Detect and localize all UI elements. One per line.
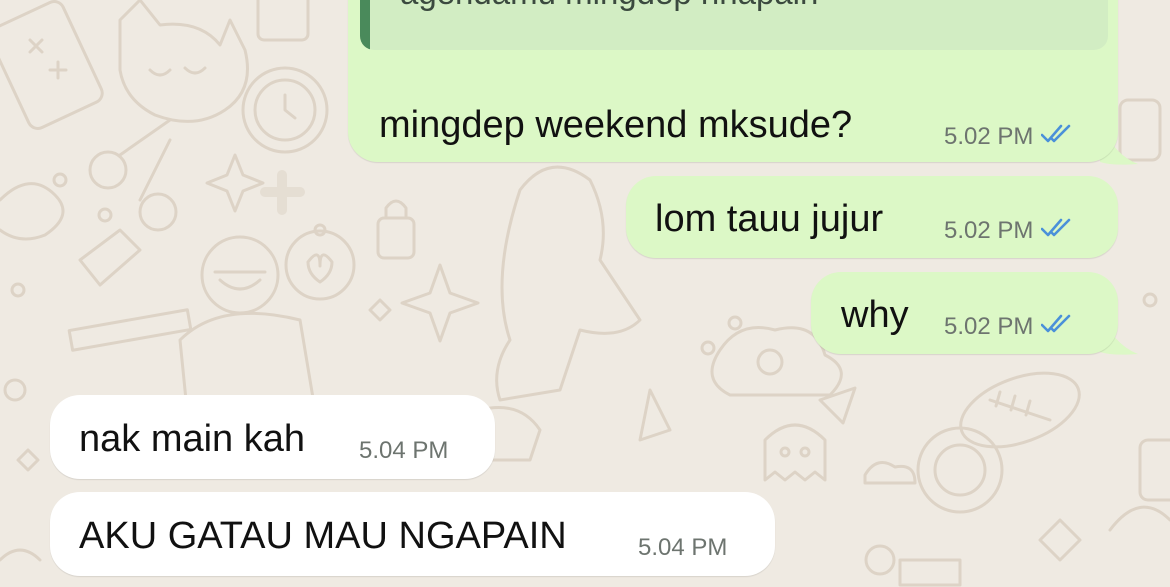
message-text: AKU GATAU MAU NGAPAIN xyxy=(79,515,567,557)
quoted-message-text: agendamu mingdep nhapain xyxy=(400,0,818,9)
double-check-read-icon xyxy=(1041,314,1073,339)
message-time: 5.02 PM xyxy=(944,122,1034,150)
double-check-read-icon xyxy=(1041,124,1073,149)
message-time: 5.04 PM xyxy=(638,534,728,561)
incoming-message-bubble[interactable]: nak main kah 5.04 PM xyxy=(50,395,495,479)
outgoing-message-bubble[interactable]: agendamu mingdep nhapain mingdep weekend… xyxy=(348,0,1118,162)
outgoing-message-bubble[interactable]: lom tauu jujur 5.02 PM xyxy=(626,176,1118,258)
outgoing-message-bubble[interactable]: why 5.02 PM xyxy=(811,272,1118,354)
quoted-reply-preview[interactable]: agendamu mingdep nhapain xyxy=(360,0,1108,50)
message-text: why xyxy=(841,294,909,336)
message-meta: 5.02 PM xyxy=(944,314,1073,339)
double-check-read-icon xyxy=(1041,218,1073,243)
message-time: 5.02 PM xyxy=(944,312,1034,340)
message-meta: 5.02 PM xyxy=(944,124,1073,149)
message-meta: 5.04 PM xyxy=(359,439,448,463)
message-time: 5.04 PM xyxy=(359,437,449,464)
quote-accent-bar xyxy=(360,0,370,50)
message-text: lom tauu jujur xyxy=(655,198,884,240)
message-meta: 5.04 PM xyxy=(638,536,727,560)
message-text: nak main kah xyxy=(79,418,306,460)
message-meta: 5.02 PM xyxy=(944,218,1073,243)
message-time: 5.02 PM xyxy=(944,216,1034,244)
message-text: mingdep weekend mksude? xyxy=(379,104,853,146)
incoming-message-bubble[interactable]: AKU GATAU MAU NGAPAIN 5.04 PM xyxy=(50,492,775,576)
